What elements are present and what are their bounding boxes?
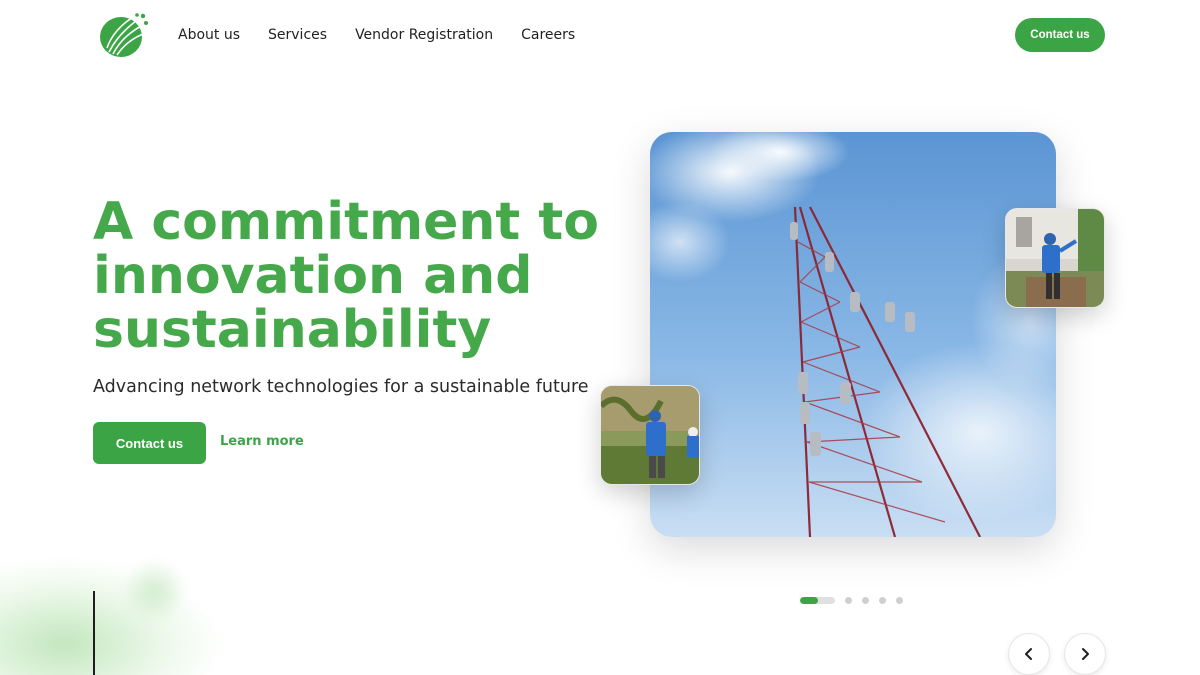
hero-subtitle: Advancing network technologies for a sus… (93, 377, 589, 397)
technicians-field-photo (600, 385, 700, 485)
header-contact-button[interactable]: Contact us (1015, 18, 1105, 52)
carousel-indicators (800, 597, 903, 604)
nav-careers[interactable]: Careers (521, 25, 575, 45)
learn-more-link[interactable]: Learn more (220, 434, 304, 449)
vertical-divider (93, 591, 95, 675)
carousel-dot-3[interactable] (862, 597, 869, 604)
carousel-prev-button[interactable] (1008, 633, 1050, 675)
carousel-progress-fill (800, 597, 818, 604)
hero-title-line-2: innovation and (93, 246, 533, 306)
chevron-left-icon (1025, 648, 1032, 660)
nav-about-us[interactable]: About us (178, 25, 240, 45)
hero-contact-button[interactable]: Contact us (93, 422, 206, 464)
nav-services[interactable]: Services (268, 25, 327, 45)
decorative-leaf-blur-small (120, 560, 190, 620)
chevron-right-icon (1082, 648, 1089, 660)
main-nav: About us Services Vendor Registration Ca… (178, 25, 575, 45)
carousel-dot-4[interactable] (879, 597, 886, 604)
hero-title: A commitment to innovation and sustainab… (93, 195, 613, 357)
carousel-dot-5[interactable] (896, 597, 903, 604)
carousel-next-button[interactable] (1064, 633, 1106, 675)
carousel-dot-2[interactable] (845, 597, 852, 604)
carousel-dot-1[interactable] (800, 597, 835, 604)
nav-vendor-registration[interactable]: Vendor Registration (355, 25, 493, 45)
logo[interactable] (99, 12, 149, 58)
hero-title-line-1: A commitment to (93, 192, 599, 252)
hero-title-line-3: sustainability (93, 300, 492, 360)
telecom-tower-photo (650, 132, 1056, 537)
technician-yard-photo (1005, 208, 1105, 308)
leaf-fiber-logo-icon (100, 13, 148, 57)
